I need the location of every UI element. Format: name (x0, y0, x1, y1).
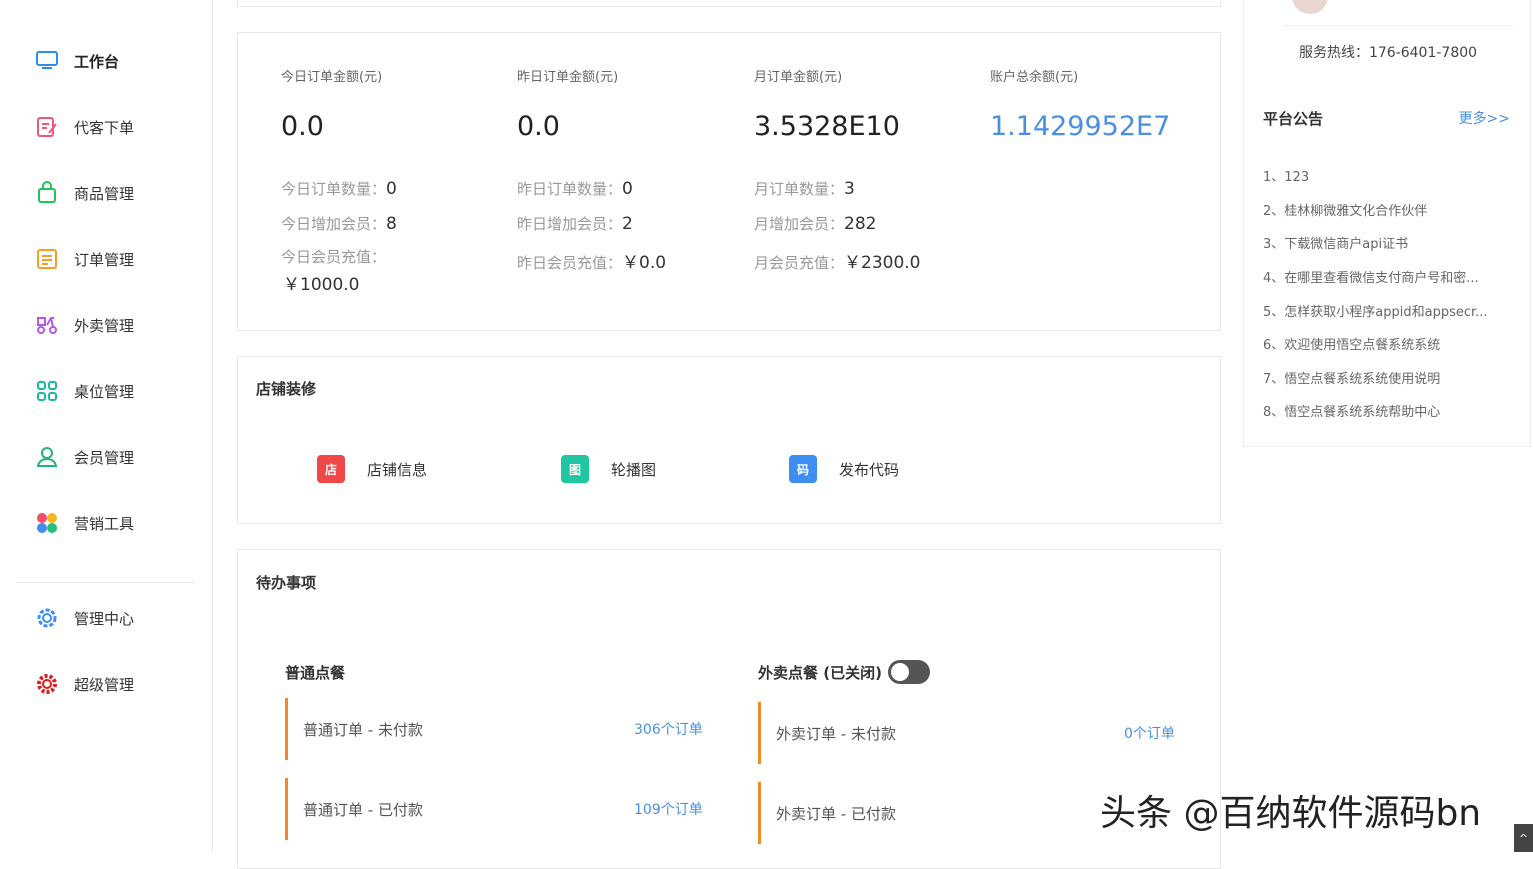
month-amount-value: 3.5328E10 (754, 111, 900, 142)
todo-title: 待办事项 (256, 572, 316, 593)
balance-title: 账户总余额(元) (990, 66, 1078, 85)
sidebar-item-label: 管理中心 (74, 608, 134, 629)
sidebar-item-label: 代客下单 (74, 117, 134, 138)
sidebar-item-proxy-order[interactable]: 代客下单 (34, 112, 134, 142)
today-recharge-label: 今日会员充值： (281, 246, 386, 267)
gear-icon (34, 605, 60, 631)
sidebar-item-admin-center[interactable]: 管理中心 (34, 603, 134, 633)
notice-item[interactable]: 1、123 (1263, 166, 1513, 185)
today-order-count: 今日订单数量：0 (281, 178, 397, 199)
notice-item[interactable]: 6、欢迎使用悟空点餐系统系统 (1263, 334, 1513, 353)
stats-card: 今日订单金额(元) 0.0 今日订单数量：0 今日增加会员：8 今日会员充值： … (237, 32, 1221, 331)
shop-badge-icon: 店 (317, 455, 345, 483)
yesterday-new-members: 昨日增加会员：2 (517, 213, 633, 234)
shop-decoration-title: 店铺装修 (256, 378, 316, 399)
today-recharge-value: ￥1000.0 (283, 270, 359, 295)
month-new-members: 月增加会员：282 (754, 213, 876, 234)
notice-item[interactable]: 4、在哪里查看微信支付商户号和密... (1263, 267, 1513, 286)
row-count-link[interactable]: 109个订单 (634, 799, 703, 819)
sidebar-item-members[interactable]: 会员管理 (34, 442, 134, 472)
publish-code-button[interactable]: 码 发布代码 (789, 455, 899, 483)
main-content: 今日订单金额(元) 0.0 今日订单数量：0 今日增加会员：8 今日会员充值： … (213, 0, 1235, 852)
sidebar-item-label: 商品管理 (74, 183, 134, 204)
user-icon (34, 444, 60, 470)
avatar[interactable] (1292, 0, 1328, 14)
code-badge-icon: 码 (789, 455, 817, 483)
row-label: 普通订单 - 未付款 (303, 719, 423, 740)
sidebar: 工作台 代客下单 商品管理 订单管理 外卖管理 桌位管理 会员管理 (0, 0, 213, 852)
takeout-unpaid-row[interactable]: 外卖订单 - 未付款 0个订单 (758, 702, 1178, 764)
notice-item[interactable]: 2、桂林柳微雅文化合作伙伴 (1263, 200, 1513, 219)
yesterday-order-count: 昨日订单数量：0 (517, 178, 633, 199)
sidebar-item-label: 营销工具 (74, 513, 134, 534)
yesterday-amount-title: 昨日订单金额(元) (517, 66, 618, 85)
notice-item[interactable]: 8、悟空点餐系统系统帮助中心 (1263, 401, 1513, 420)
sidebar-item-label: 外卖管理 (74, 315, 134, 336)
sidebar-item-label: 订单管理 (74, 249, 134, 270)
today-amount-title: 今日订单金额(元) (281, 66, 382, 85)
row-count-link[interactable]: 306个订单 (634, 719, 703, 739)
carousel-button[interactable]: 图 轮播图 (561, 455, 656, 483)
balance-value: 1.1429952E7 (990, 111, 1170, 142)
normal-paid-row[interactable]: 普通订单 - 已付款 109个订单 (285, 778, 705, 840)
sidebar-item-marketing[interactable]: 营销工具 (34, 508, 134, 538)
bag-icon (34, 180, 60, 206)
month-amount-title: 月订单金额(元) (754, 66, 842, 85)
list-icon (34, 246, 60, 272)
shop-info-button[interactable]: 店 店铺信息 (317, 455, 427, 483)
sidebar-item-label: 工作台 (74, 51, 119, 72)
sidebar-item-super-admin[interactable]: 超级管理 (34, 669, 134, 699)
carousel-label: 轮播图 (611, 459, 656, 480)
cog-red-icon (34, 671, 60, 697)
watermark: 头条 @百纳软件源码bn (1100, 784, 1481, 836)
sidebar-item-products[interactable]: 商品管理 (34, 178, 134, 208)
sidebar-item-takeout[interactable]: 外卖管理 (34, 310, 134, 340)
sidebar-item-label: 超级管理 (74, 674, 134, 695)
sidebar-divider (16, 582, 194, 583)
edit-order-icon (34, 114, 60, 140)
petals-icon (34, 510, 60, 536)
notice-title: 平台公告 (1263, 108, 1323, 129)
shop-info-label: 店铺信息 (367, 459, 427, 480)
row-label: 外卖订单 - 已付款 (776, 803, 896, 824)
sidebar-item-label: 桌位管理 (74, 381, 134, 402)
service-hotline: 服务热线：176-6401-7800 (1244, 42, 1532, 62)
yesterday-amount-value: 0.0 (517, 111, 560, 142)
grid-icon (34, 378, 60, 404)
todo-card: 待办事项 普通点餐 普通订单 - 未付款 306个订单 普通订单 - 已付款 1… (237, 549, 1221, 869)
notice-item[interactable]: 7、悟空点餐系统系统使用说明 (1263, 368, 1513, 387)
sidebar-item-orders[interactable]: 订单管理 (34, 244, 134, 274)
month-recharge: 月会员充值：￥2300.0 (754, 248, 921, 273)
notice-item[interactable]: 3、下载微信商户api证书 (1263, 233, 1513, 252)
publish-code-label: 发布代码 (839, 459, 899, 480)
sidebar-item-workbench[interactable]: 工作台 (34, 46, 119, 76)
row-count-link[interactable]: 0个订单 (1124, 723, 1175, 743)
right-panel: 服务热线：176-6401-7800 平台公告 更多>> 1、123 2、桂林柳… (1243, 0, 1531, 447)
scooter-icon (34, 312, 60, 338)
sidebar-item-tables[interactable]: 桌位管理 (34, 376, 134, 406)
today-new-members: 今日增加会员：8 (281, 213, 397, 234)
notice-item[interactable]: 5、怎样获取小程序appid和appsecr... (1263, 301, 1513, 320)
shop-decoration-card: 店铺装修 店 店铺信息 图 轮播图 码 发布代码 (237, 356, 1221, 524)
monitor-icon (34, 48, 60, 74)
today-amount-value: 0.0 (281, 111, 324, 142)
month-order-count: 月订单数量：3 (754, 178, 855, 199)
toggle-knob (891, 663, 909, 681)
sidebar-item-label: 会员管理 (74, 447, 134, 468)
normal-dining-heading: 普通点餐 (285, 662, 345, 683)
takeout-dining-heading: 外卖点餐 (已关闭) (758, 660, 930, 684)
takeout-toggle[interactable] (888, 660, 930, 684)
carousel-badge-icon: 图 (561, 455, 589, 483)
top-card-edge (237, 0, 1221, 7)
normal-unpaid-row[interactable]: 普通订单 - 未付款 306个订单 (285, 698, 705, 760)
more-link[interactable]: 更多>> (1459, 108, 1510, 128)
profile-strip (1284, 0, 1514, 26)
row-label: 普通订单 - 已付款 (303, 799, 423, 820)
scroll-top-button[interactable]: ^ (1514, 824, 1533, 852)
yesterday-recharge: 昨日会员充值：￥0.0 (517, 248, 666, 273)
row-label: 外卖订单 - 未付款 (776, 723, 896, 744)
